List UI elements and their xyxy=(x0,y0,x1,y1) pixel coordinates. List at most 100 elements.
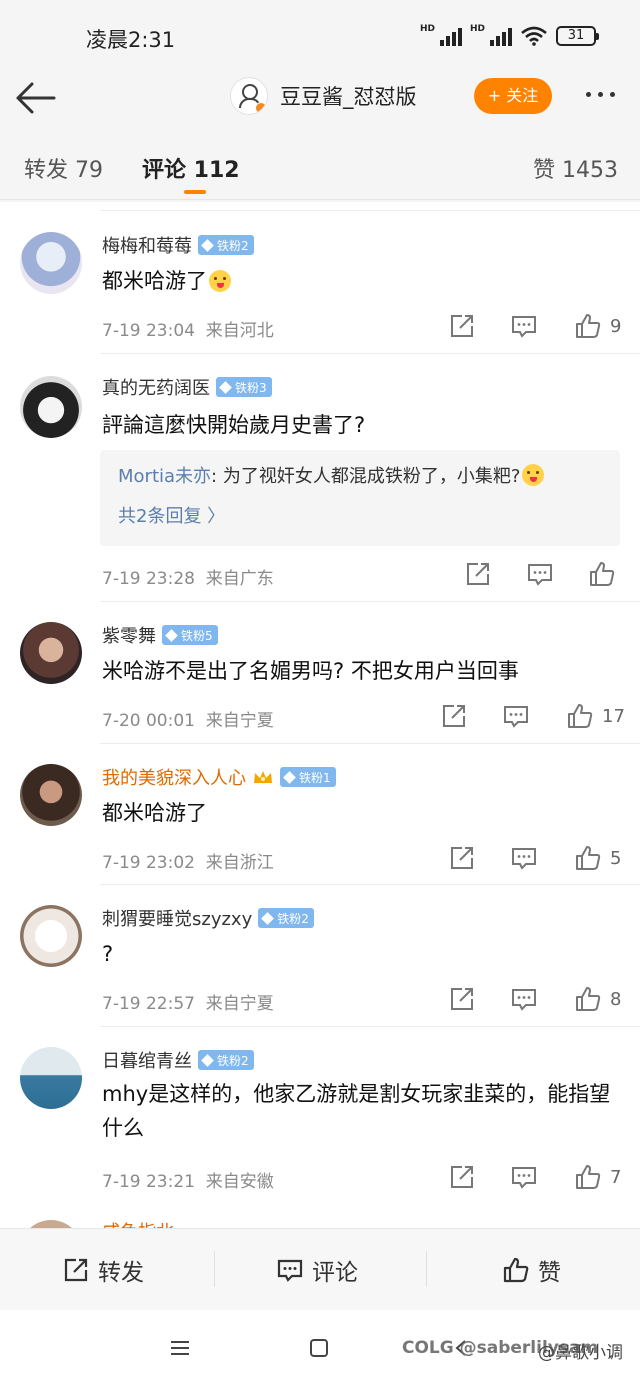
like-icon[interactable] xyxy=(574,844,602,872)
wifi-icon xyxy=(521,26,547,46)
reply-icon[interactable] xyxy=(510,1163,538,1191)
watermark-right: @鼻歌小调 xyxy=(538,1343,623,1363)
avatar[interactable] xyxy=(20,622,82,684)
comment-list[interactable]: 梅梅和莓莓 铁粉2 都米哈游了 7-19 23:04 来自河北 9 真的无药阔医铁… xyxy=(0,202,640,1228)
tab-comment[interactable]: 评论 112 xyxy=(142,152,240,184)
share-icon[interactable] xyxy=(448,844,476,872)
tab-like[interactable]: 赞 1453 xyxy=(533,152,618,184)
like-icon[interactable] xyxy=(588,560,616,588)
like-label: 赞 xyxy=(538,1260,561,1286)
comment-username[interactable]: 日暮绾青丝 xyxy=(102,1047,192,1073)
share-icon[interactable] xyxy=(448,985,476,1013)
comment-meta: 7-19 23:21 来自安徽 xyxy=(102,1172,274,1192)
comment-item[interactable]: 日暮绾青丝 铁粉2 mhy是这样的，他家乙游就是割女玩家韭菜的，能指望什么 7-1… xyxy=(0,1027,640,1205)
reply-text: Mortia未亦: 为了视奸女人都混成铁粉了，小集粑? xyxy=(118,462,545,488)
comment-username[interactable]: 紫零舞 xyxy=(102,622,156,648)
fan-badge: 铁粉2 xyxy=(258,908,314,928)
fan-badge: 铁粉1 xyxy=(280,767,336,787)
comment-username[interactable]: 真的无药阔医 xyxy=(102,374,210,400)
more-options-icon[interactable] xyxy=(586,92,615,97)
battery-icon: 31 xyxy=(556,26,599,46)
comment-item[interactable]: 真的无药阔医 铁粉3 評論這麼快開始歲月史書了? Mortia未亦: 为了视奸女人… xyxy=(0,354,640,602)
post-tabs: 转发 79 评论 112 赞 1453 xyxy=(0,134,640,200)
comment-text: 評論這麼快開始歲月史書了? xyxy=(102,413,366,437)
avatar[interactable] xyxy=(20,1047,82,1109)
share-icon[interactable] xyxy=(448,1163,476,1191)
comment-text: mhy是这样的，他家乙游就是割女玩家韭菜的，能指望什么 xyxy=(102,1082,611,1140)
smile-emoji-icon xyxy=(522,464,545,486)
fan-badge: 铁粉3 xyxy=(216,377,272,397)
reply-icon[interactable] xyxy=(526,560,554,588)
signal-icon: HD xyxy=(470,24,512,46)
tab-repost[interactable]: 转发 79 xyxy=(24,152,103,184)
like-count: 5 xyxy=(610,847,622,869)
view-replies-link[interactable]: 共2条回复 〉 xyxy=(118,502,225,528)
back-arrow-icon[interactable] xyxy=(14,78,58,118)
comment-username[interactable]: 我的美貌深入人心 xyxy=(102,764,246,790)
divider xyxy=(214,1251,215,1287)
reply-icon[interactable] xyxy=(510,312,538,340)
fan-badge: 铁粉2 xyxy=(198,1050,254,1070)
comment-item[interactable]: 紫零舞 铁粉5 米哈游不是出了名媚男吗? 不把女用户当回事 7-20 00:01 … xyxy=(0,602,640,744)
reply-preview[interactable]: Mortia未亦: 为了视奸女人都混成铁粉了，小集粑? 共2条回复 〉 xyxy=(100,450,620,546)
active-tab-indicator xyxy=(184,190,206,194)
share-icon[interactable] xyxy=(448,312,476,340)
comment-meta: 7-19 23:28 来自广东 xyxy=(102,569,274,589)
reply-icon[interactable] xyxy=(510,844,538,872)
comment-label: 评论 xyxy=(312,1260,358,1286)
author-avatar[interactable] xyxy=(230,77,268,115)
comment-username[interactable]: 刺猬要睡觉szyzxy xyxy=(102,905,252,931)
repost-label: 转发 xyxy=(98,1260,144,1286)
avatar[interactable] xyxy=(20,764,82,826)
status-indicators: HD HD 31 xyxy=(420,24,599,46)
system-navigation-bar: COLG @saberlilysam @鼻歌小调 xyxy=(0,1310,640,1386)
comment-text: ? xyxy=(102,942,114,966)
avatar[interactable] xyxy=(20,905,82,967)
share-icon[interactable] xyxy=(464,560,492,588)
comment-button[interactable]: 评论 xyxy=(276,1253,358,1287)
comment-text: 米哈游不是出了名媚男吗? 不把女用户当回事 xyxy=(102,659,519,683)
crown-icon xyxy=(254,771,272,783)
comment-item[interactable]: 梅梅和莓莓 铁粉2 都米哈游了 7-19 23:04 来自河北 9 xyxy=(0,202,640,354)
comment-text: 都米哈游了 xyxy=(102,264,612,298)
like-icon[interactable] xyxy=(574,1163,602,1191)
author-name[interactable]: 豆豆酱_怼怼版 xyxy=(280,81,417,111)
repost-button[interactable]: 转发 xyxy=(62,1253,144,1287)
like-icon[interactable] xyxy=(574,312,602,340)
reply-icon[interactable] xyxy=(510,985,538,1013)
comment-username[interactable]: 梅梅和莓莓 xyxy=(102,232,192,258)
avatar[interactable] xyxy=(20,232,82,294)
tongue-emoji-icon xyxy=(209,270,231,292)
comment-meta: 7-19 23:02 来自浙江 xyxy=(102,853,274,873)
home-icon[interactable] xyxy=(310,1339,328,1357)
like-icon xyxy=(503,1257,529,1283)
like-button[interactable]: 赞 xyxy=(502,1253,561,1287)
fan-badge: 铁粉5 xyxy=(162,625,218,645)
fan-badge: 铁粉2 xyxy=(198,235,254,255)
comment-meta: 7-19 23:04 来自河北 xyxy=(102,321,274,341)
comment-meta: 7-19 22:57 来自宁夏 xyxy=(102,994,274,1014)
like-icon[interactable] xyxy=(574,985,602,1013)
follow-button[interactable]: + 关注 xyxy=(474,78,552,114)
comment-text: 都米哈游了 xyxy=(102,801,207,825)
comment-meta: 7-20 00:01 来自宁夏 xyxy=(102,711,274,731)
comment-username[interactable]: 咸鱼指北 xyxy=(102,1218,174,1228)
status-time: 凌晨2:31 xyxy=(86,28,176,52)
reply-icon[interactable] xyxy=(502,702,530,730)
like-icon[interactable] xyxy=(566,702,594,730)
share-icon[interactable] xyxy=(440,702,468,730)
like-count: 7 xyxy=(610,1166,622,1188)
avatar[interactable] xyxy=(20,376,82,438)
like-count: 9 xyxy=(610,315,622,337)
top-navigation: 豆豆酱_怼怼版 + 关注 xyxy=(0,74,640,134)
verified-icon xyxy=(255,102,267,114)
avatar[interactable] xyxy=(20,1220,82,1228)
menu-icon[interactable] xyxy=(170,1340,190,1356)
comment-icon xyxy=(277,1259,303,1282)
share-icon xyxy=(64,1258,88,1282)
comment-item[interactable]: 我的美貌深入人心 铁粉1 都米哈游了 7-19 23:02 来自浙江 5 xyxy=(0,744,640,885)
reply-username[interactable]: Mortia未亦 xyxy=(118,466,211,487)
like-count: 8 xyxy=(610,988,622,1010)
author-info[interactable]: 豆豆酱_怼怼版 xyxy=(230,77,417,115)
comment-item[interactable]: 刺猬要睡觉szyzxy 铁粉2 ? 7-19 22:57 来自宁夏 8 xyxy=(0,885,640,1027)
